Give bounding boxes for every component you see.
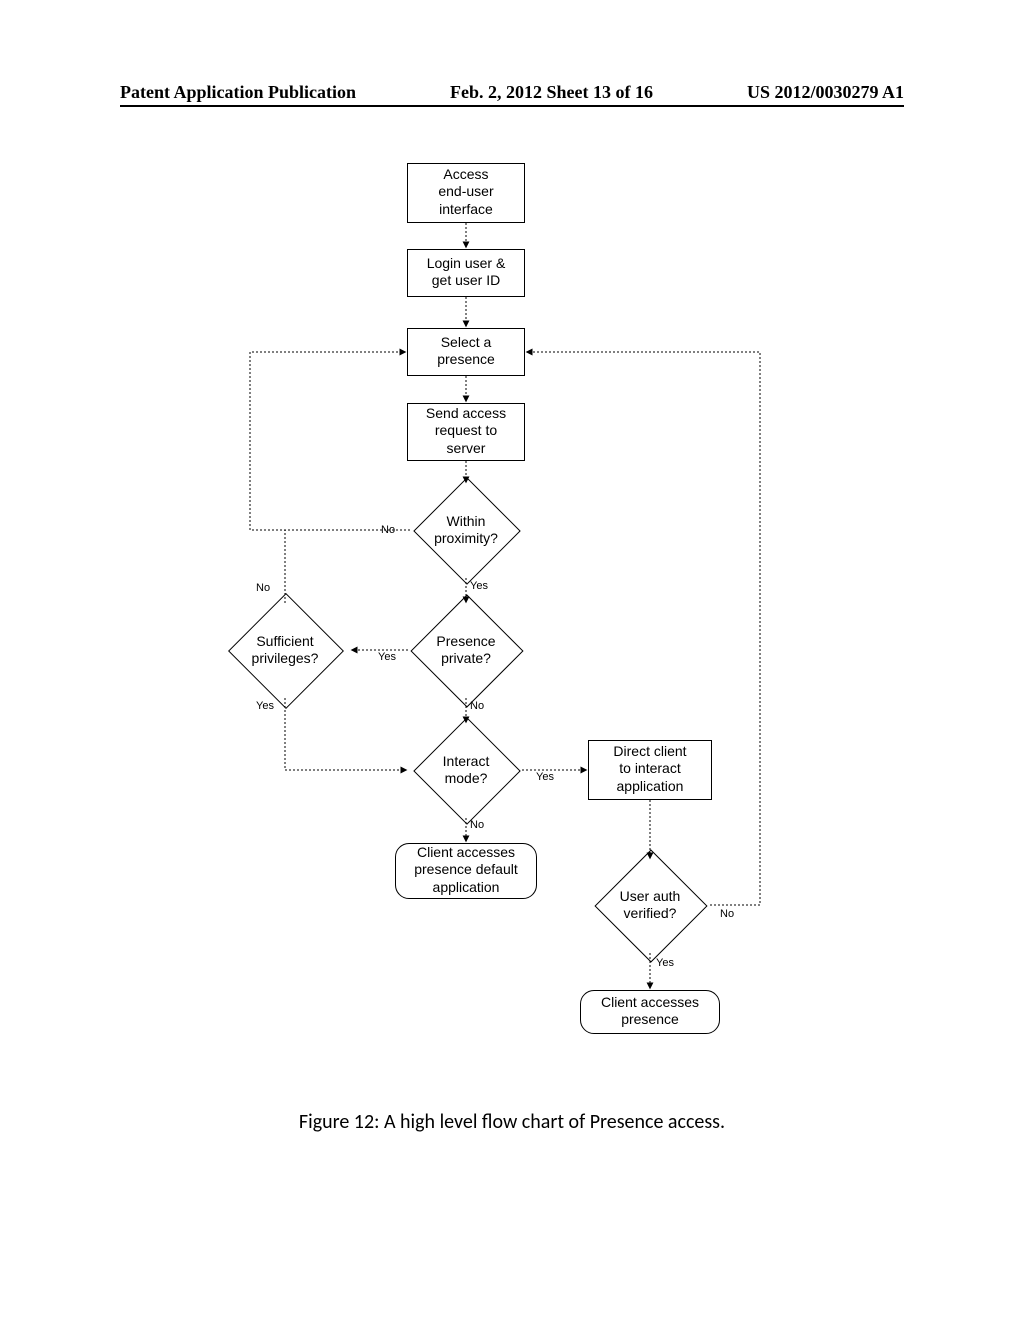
label-no: No bbox=[256, 582, 270, 594]
header-left: Patent Application Publication bbox=[120, 82, 356, 103]
label-no: No bbox=[470, 819, 484, 831]
node-login: Login user & get user ID bbox=[407, 249, 525, 297]
label-yes: Yes bbox=[656, 957, 674, 969]
decision-label: Sufficient privileges? bbox=[252, 633, 319, 667]
node-default-app: Client accesses presence default applica… bbox=[395, 843, 537, 899]
decision-privileges: Sufficient privileges? bbox=[220, 600, 350, 700]
decision-label: Interact mode? bbox=[443, 753, 490, 787]
label-no: No bbox=[720, 908, 734, 920]
decision-label: User auth verified? bbox=[620, 888, 681, 922]
node-label: Client accesses presence bbox=[601, 994, 699, 1029]
decision-label: Presence private? bbox=[436, 633, 495, 667]
label-yes: Yes bbox=[256, 700, 274, 712]
header-center: Feb. 2, 2012 Sheet 13 of 16 bbox=[450, 82, 653, 103]
decision-interact-mode: Interact mode? bbox=[408, 720, 524, 820]
node-label: Client accesses presence default applica… bbox=[414, 844, 518, 897]
label-yes: Yes bbox=[470, 580, 488, 592]
label-no: No bbox=[470, 700, 484, 712]
figure-caption: Figure 12: A high level flow chart of Pr… bbox=[0, 1110, 1024, 1134]
label-no: No bbox=[381, 524, 395, 536]
page-header: Patent Application Publication Feb. 2, 2… bbox=[120, 82, 904, 107]
label-yes: Yes bbox=[378, 651, 396, 663]
node-access-interface: Access end-user interface bbox=[407, 163, 525, 223]
node-send-request: Send access request to server bbox=[407, 403, 525, 461]
decision-label: Within proximity? bbox=[434, 513, 498, 547]
node-label: Access end-user interface bbox=[438, 166, 493, 219]
node-direct-client: Direct client to interact application bbox=[588, 740, 712, 800]
node-label: Send access request to server bbox=[426, 405, 506, 458]
label-yes: Yes bbox=[536, 771, 554, 783]
node-label: Direct client to interact application bbox=[613, 743, 686, 796]
node-label: Select a presence bbox=[437, 334, 495, 369]
node-label: Login user & get user ID bbox=[427, 255, 506, 290]
decision-private: Presence private? bbox=[405, 600, 527, 700]
decision-user-auth: User auth verified? bbox=[588, 855, 712, 955]
header-right: US 2012/0030279 A1 bbox=[747, 82, 904, 103]
decision-proximity: Within proximity? bbox=[408, 480, 524, 580]
node-accesses-presence: Client accesses presence bbox=[580, 990, 720, 1034]
node-select-presence: Select a presence bbox=[407, 328, 525, 376]
